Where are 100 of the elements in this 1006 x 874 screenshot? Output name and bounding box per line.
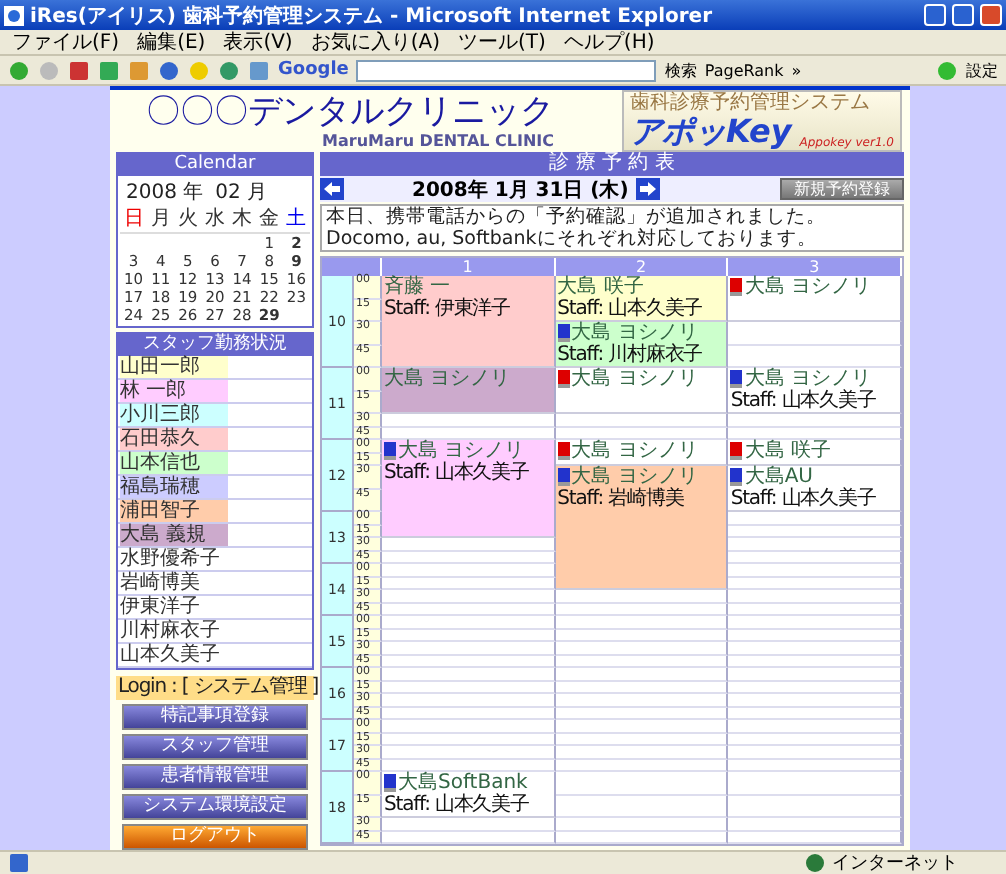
empty-slot[interactable] [728, 525, 902, 538]
menu-item[interactable]: ヘルプ(H) [563, 28, 655, 56]
empty-slot[interactable] [728, 577, 902, 590]
weekday-label: 火 [174, 208, 202, 234]
empty-slot[interactable] [728, 668, 902, 681]
appointment-block[interactable]: 大島 ヨシノリ Staff: 山本久美子 [382, 440, 556, 538]
search-field[interactable] [356, 59, 657, 81]
appointment-block[interactable]: 大島 ヨシノリ Staff: 川村麻衣子 [555, 322, 729, 368]
empty-slot[interactable] [728, 538, 902, 551]
staff-assignment: Staff: 山本久美子 [730, 488, 878, 510]
menu-item[interactable]: 編集(E) [137, 28, 206, 56]
month-select[interactable]: 02 月 [215, 178, 268, 206]
notice-text: 本日、携帯電話からの「予約確認」が追加されました。 [326, 206, 828, 228]
appointment-block[interactable]: 大島SoftBank Staff: 山本久美子 [382, 772, 556, 818]
appointment-block[interactable]: 大島 咲子 [728, 440, 902, 466]
empty-slot[interactable] [555, 831, 729, 844]
staff-title: スタッフ勤務状況 [118, 334, 312, 356]
empty-slot[interactable] [728, 642, 902, 655]
patient-name: 大島 ヨシノリ [571, 466, 698, 488]
empty-slot[interactable] [728, 720, 902, 733]
empty-slot[interactable] [728, 759, 902, 772]
empty-slot[interactable] [728, 681, 902, 694]
empty-slot[interactable] [728, 590, 902, 603]
empty-slot[interactable] [728, 629, 902, 642]
empty-slot[interactable] [728, 655, 902, 668]
empty-slot[interactable] [728, 694, 902, 707]
empty-slot[interactable] [728, 795, 902, 818]
menu-item[interactable]: ツール(T) [458, 28, 546, 56]
empty-slot[interactable] [728, 551, 902, 564]
more-button[interactable]: » [791, 61, 802, 79]
patient-name: 大島 ヨシノリ [571, 440, 698, 462]
staff-assignment: Staff: 川村麻衣子 [557, 344, 705, 366]
empty-slot[interactable] [555, 772, 729, 795]
empty-slot[interactable] [555, 681, 729, 694]
login-status: Login : [ システム管理 ] [116, 676, 314, 700]
appointment-block[interactable]: 大島 ヨシノリ Staff: 山本久美子 [728, 368, 902, 414]
weekday-label: 土 [282, 208, 310, 234]
empty-slot[interactable] [555, 668, 729, 681]
empty-slot[interactable] [555, 414, 729, 427]
patient-name: 大島 ヨシノリ [571, 368, 698, 390]
appointment-block[interactable]: 大島 ヨシノリ [555, 368, 729, 414]
empty-slot[interactable] [728, 512, 902, 525]
empty-slot[interactable] [555, 629, 729, 642]
menu-button[interactable]: 患者情報管理 [122, 764, 308, 790]
staff-name: 福島瑞穂 [120, 476, 228, 498]
appointment-block[interactable]: 大島 ヨシノリ [555, 440, 729, 466]
patient-name: 大島 咲子 [744, 440, 832, 462]
empty-slot[interactable] [555, 642, 729, 655]
empty-slot[interactable] [728, 616, 902, 629]
settings-button[interactable]: 設定 [966, 59, 998, 81]
weekday-label: 月 [147, 208, 175, 234]
staff-assignment: Staff: 山本久美子 [384, 462, 531, 484]
logo-caption: 歯科診療予約管理システム [630, 92, 872, 114]
close-button[interactable] [980, 4, 1002, 26]
menu-item[interactable]: お気に入り(A) [310, 28, 440, 56]
previous-day-button[interactable] [320, 178, 344, 200]
staff-name: 山本信也 [120, 452, 228, 474]
staff-name: 大島 義規 [120, 524, 228, 546]
empty-slot[interactable] [555, 707, 729, 720]
weekday-label: 金 [255, 208, 283, 234]
empty-slot[interactable] [728, 746, 902, 759]
year-select[interactable]: 2008 年 [126, 178, 204, 206]
clinic-name: 〇〇〇デンタルクリニック [146, 93, 554, 131]
empty-slot[interactable] [728, 322, 902, 345]
empty-slot[interactable] [728, 414, 902, 427]
minimize-button[interactable] [924, 4, 946, 26]
column-header: 2 [555, 258, 729, 276]
empty-slot[interactable] [728, 733, 902, 746]
menu-item[interactable]: ファイル(F) [12, 28, 120, 56]
empty-slot[interactable] [555, 720, 729, 733]
next-day-button[interactable] [636, 178, 661, 200]
appointment-block[interactable]: 大島 ヨシノリ Staff: 岩崎博美 [555, 466, 729, 590]
empty-slot[interactable] [555, 590, 729, 603]
search-button[interactable]: 検索 [664, 59, 697, 81]
empty-slot[interactable] [555, 694, 729, 707]
empty-slot[interactable] [728, 603, 902, 616]
menu-button[interactable]: 特記事項登録 [122, 704, 308, 730]
empty-slot[interactable] [555, 818, 729, 831]
menu-item[interactable]: 表示(V) [223, 28, 293, 56]
empty-slot[interactable] [555, 733, 729, 746]
empty-slot[interactable] [728, 818, 902, 831]
empty-slot[interactable] [555, 655, 729, 668]
appointment-block[interactable]: 大島 咲子 Staff: 山本久美子 [555, 276, 729, 322]
empty-slot[interactable] [555, 746, 729, 759]
menu-button[interactable]: システム環境設定 [122, 794, 308, 820]
maximize-button[interactable] [952, 4, 974, 26]
appointment-block[interactable]: 大島AU Staff: 山本久美子 [728, 466, 902, 512]
empty-slot[interactable] [555, 603, 729, 616]
empty-slot[interactable] [555, 795, 729, 818]
appointment-block[interactable]: 大島 ヨシノリ [728, 276, 902, 322]
empty-slot[interactable] [728, 772, 902, 795]
empty-slot[interactable] [728, 707, 902, 720]
clinic-subtitle: MaruMaru DENTAL CLINIC [322, 131, 554, 149]
google-toolbar-label: Google [278, 60, 349, 80]
appointment-block[interactable]: 斉藤 一 Staff: 伊東洋子 [382, 276, 556, 368]
menu-button[interactable]: スタッフ管理 [122, 734, 308, 760]
empty-slot[interactable] [555, 616, 729, 629]
empty-slot[interactable] [728, 564, 902, 577]
staff-name: 小川三郎 [120, 404, 228, 426]
empty-slot[interactable] [555, 759, 729, 772]
